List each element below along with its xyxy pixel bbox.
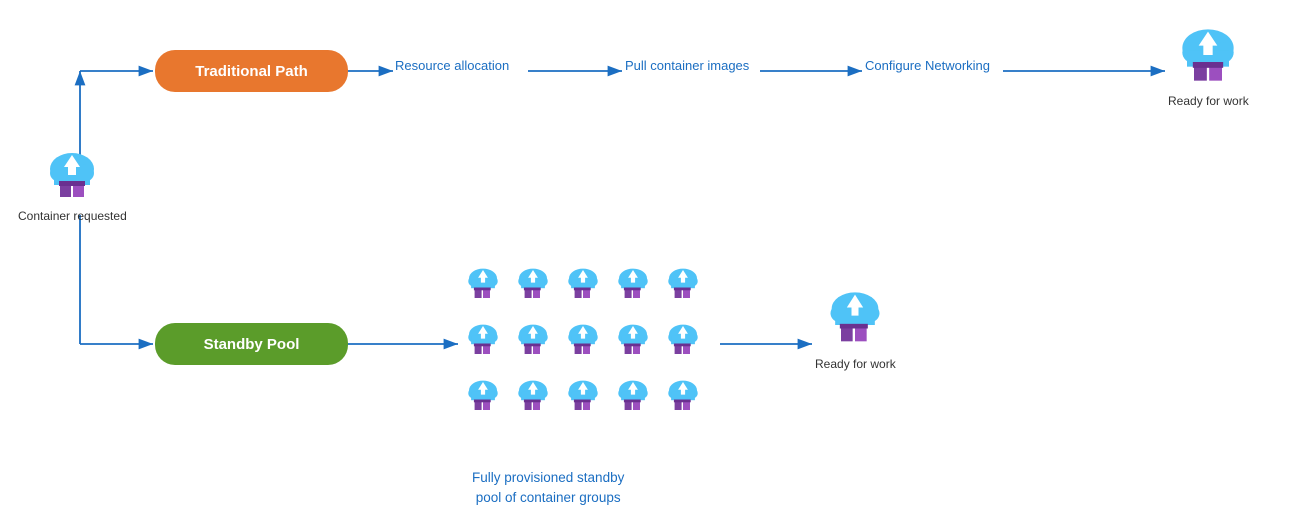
standby-caption-line2: pool of container groups [476,490,621,505]
grid-icon-4 [610,258,656,310]
ready-for-work-bottom-icon [820,283,890,353]
grid-icon-7 [510,314,556,366]
ready-for-work-top-label: Ready for work [1168,94,1249,110]
grid-icon-13 [560,370,606,422]
grid-icon-1 [460,258,506,310]
grid-icon-9 [610,314,656,366]
configure-networking-label: Configure Networking [865,58,990,73]
grid-icon-5 [660,258,706,310]
ready-for-work-bottom-label: Ready for work [815,357,896,373]
standby-pool-label: Standby Pool [204,336,300,353]
container-requested-icon [42,145,102,205]
diagram: Container requested Traditional Path Res… [0,0,1299,528]
standby-pool-pill[interactable]: Standby Pool [155,323,348,365]
ready-for-work-top-icon [1173,20,1243,90]
standby-caption: Fully provisioned standby pool of contai… [472,468,624,509]
grid-icon-10 [660,314,706,366]
grid-icon-8 [560,314,606,366]
grid-icon-6 [460,314,506,366]
traditional-path-label: Traditional Path [195,63,308,80]
grid-icon-12 [510,370,556,422]
grid-icon-3 [560,258,606,310]
grid-icon-11 [460,370,506,422]
ready-for-work-top-node: Ready for work [1168,20,1249,110]
grid-icon-2 [510,258,556,310]
standby-caption-line1: Fully provisioned standby [472,470,624,485]
traditional-path-pill[interactable]: Traditional Path [155,50,348,92]
pull-container-label: Pull container images [625,58,749,73]
resource-allocation-label: Resource allocation [395,58,509,73]
ready-for-work-bottom-node: Ready for work [815,283,896,373]
container-requested-node: Container requested [18,145,127,225]
grid-icon-14 [610,370,656,422]
container-requested-label: Container requested [18,209,127,225]
grid-icon-15 [660,370,706,422]
standby-pool-grid [460,258,706,422]
